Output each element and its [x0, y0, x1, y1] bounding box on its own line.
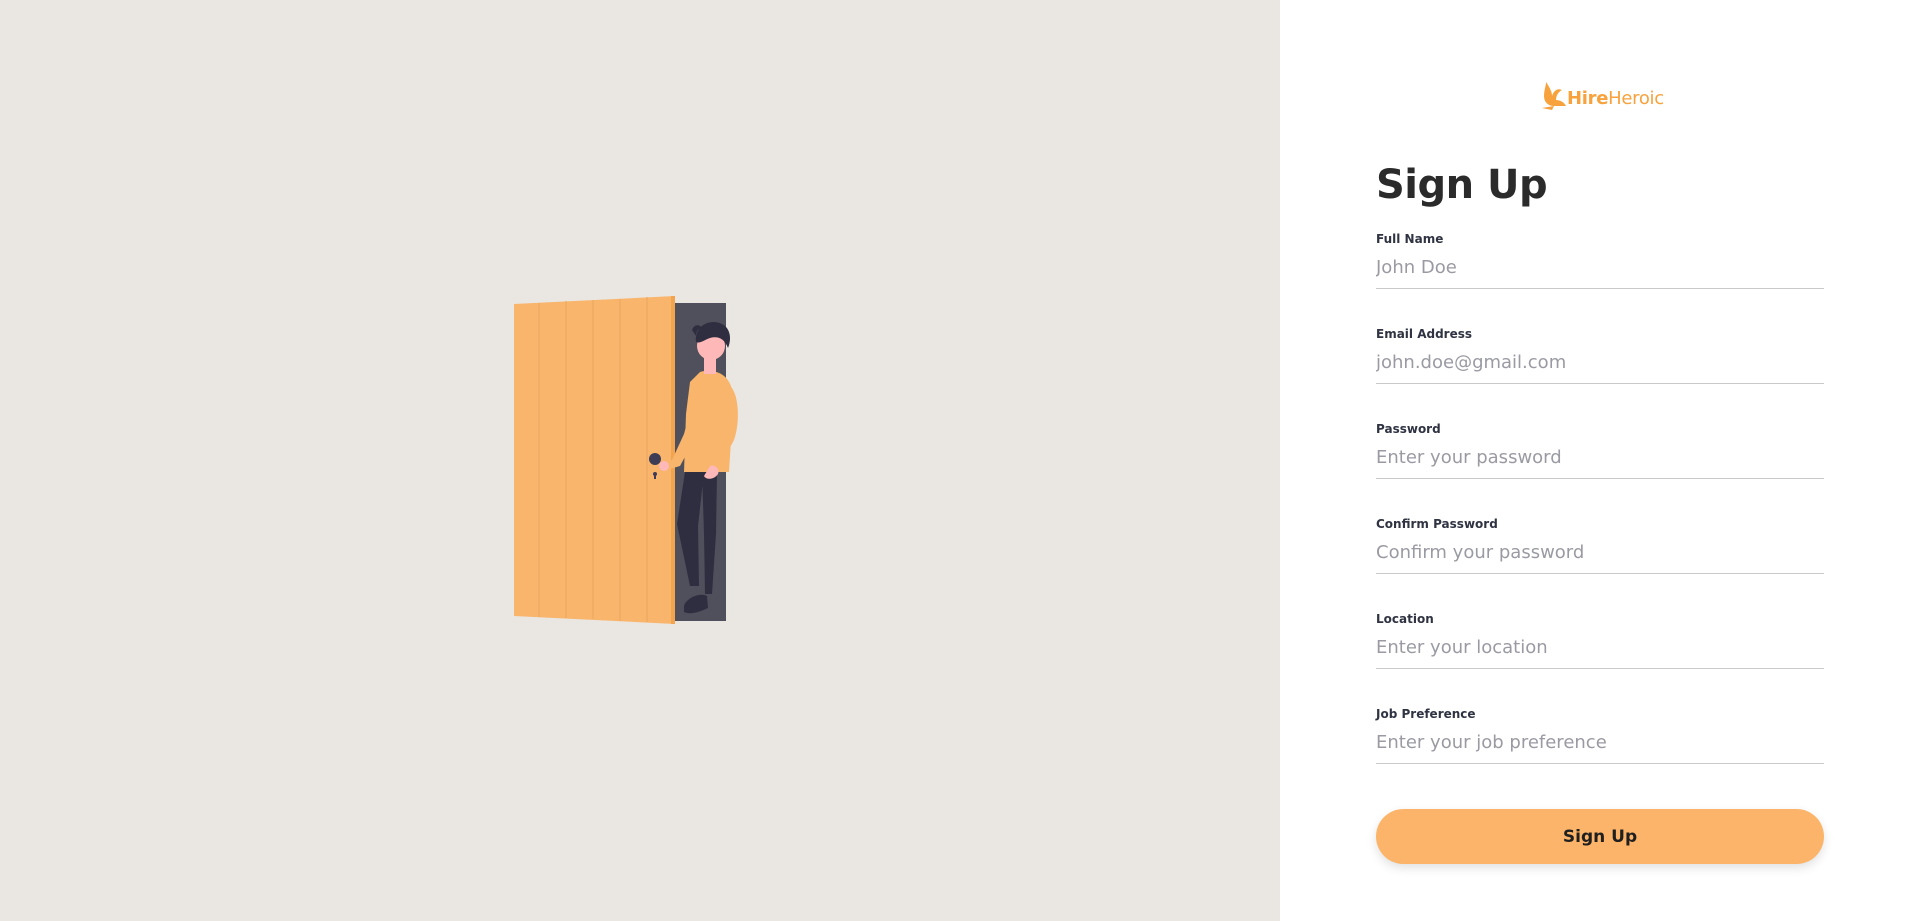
password-label: Password: [1376, 422, 1441, 436]
job-preference-label: Job Preference: [1376, 707, 1476, 721]
bird-logo-icon: [1542, 82, 1566, 110]
full-name-input[interactable]: [1376, 249, 1824, 289]
confirm-password-label: Confirm Password: [1376, 517, 1498, 531]
password-field: Password: [1376, 422, 1824, 517]
brand-logo[interactable]: HireHeroic: [1540, 80, 1664, 112]
job-preference-input[interactable]: [1376, 724, 1824, 764]
signup-form: Sign Up Full Name Email Address Password…: [1376, 158, 1824, 864]
email-field: Email Address: [1376, 327, 1824, 422]
sign-up-button[interactable]: Sign Up: [1376, 809, 1824, 864]
password-input[interactable]: [1376, 439, 1824, 479]
location-field: Location: [1376, 612, 1824, 707]
confirm-password-field: Confirm Password: [1376, 517, 1824, 612]
full-name-field: Full Name: [1376, 232, 1824, 327]
person-opening-door-illustration: [514, 296, 738, 624]
location-input[interactable]: [1376, 629, 1824, 669]
brand-name-heroic: Heroic: [1608, 88, 1664, 109]
illustration-panel: [0, 0, 1280, 921]
full-name-label: Full Name: [1376, 232, 1444, 246]
brand-name-hire: Hire: [1567, 88, 1609, 109]
brand-name: HireHeroic: [1567, 89, 1664, 109]
confirm-password-input[interactable]: [1376, 534, 1824, 574]
email-label: Email Address: [1376, 327, 1473, 341]
page-title: Sign Up: [1376, 162, 1548, 208]
location-label: Location: [1376, 612, 1434, 626]
email-input[interactable]: [1376, 344, 1824, 384]
job-preference-field: Job Preference: [1376, 707, 1824, 802]
